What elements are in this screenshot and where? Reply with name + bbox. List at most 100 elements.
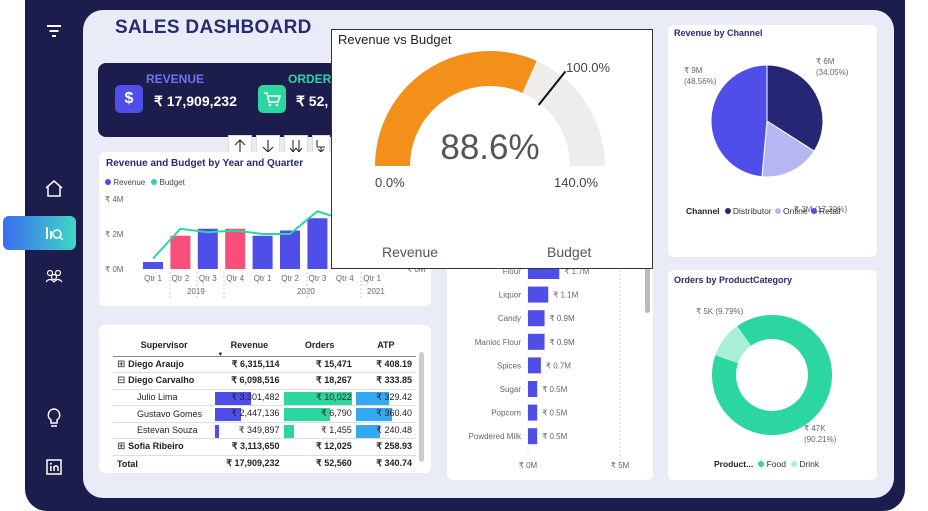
product-revenue-chart: Flour ₹ 1.7MLiquor ₹ 1.1MCandy ₹ 0.9MManioc… [469,262,630,470]
category-chart-title: Orders by ProductCategory [674,275,793,285]
matrix-row[interactable]: ⊟ Diego Carvalho ₹ 6,098,516 ₹ 18,267 ₹ 333… [113,373,416,389]
product-label: Candy [498,314,521,323]
supervisor-name: Diego Araujo [128,358,184,369]
revenue-bar [170,235,191,269]
double-down-arrow-icon [289,140,303,153]
page-title: SALES DASHBOARD [115,17,312,38]
gauge-budget-caption: Budget [547,244,591,260]
cell-atp: ₹ 333.85 [376,375,412,386]
people-button[interactable] [39,262,69,292]
matrix-row[interactable]: Julio Lima ₹ 3,301,482 ₹ 10,022 ₹ 329.42 [113,389,416,406]
y-tick-0m: ₹ 0M [105,265,124,274]
category-legend: Product... Food Drink [714,459,820,469]
cell-orders: ₹ 6,790 [321,408,352,419]
analytics-button[interactable] [3,216,76,250]
cell-revenue: ₹ 349,897 [238,424,280,435]
idea-button[interactable] [39,403,69,433]
col-revenue[interactable]: Revenue ▼ [215,334,283,358]
cell-orders: ₹ 15,471 [316,358,352,369]
revenue-bar [252,235,273,269]
cell-revenue: ₹ 2,447,136 [231,408,280,419]
col-atp[interactable]: ATP [356,334,416,356]
supervisor-matrix-card: Supervisor Revenue ▼ Orders ATP ⊞ Diego A… [99,325,431,473]
product-bar [528,286,549,303]
data-bar [215,424,220,438]
matrix-row[interactable]: ⊞ Diego Araujo ₹ 6,315,114 ₹ 15,471 ₹ 408.1… [113,356,416,373]
cell-revenue: ₹ 3,301,482 [231,391,280,402]
legend-food[interactable]: Food [758,459,786,469]
year-label-2021: 2021 [367,287,385,296]
up-arrow-icon [234,139,246,152]
revenue-vs-budget-gauge-card[interactable]: Revenue vs Budget 0.0% 140.0% 100.0% Rev… [331,29,653,269]
revenue-bar [307,218,328,269]
orders-kpi-value: ₹ 52, [296,93,329,109]
supervisor-name: Gustavo Gomes [137,408,203,419]
cell-orders: ₹ 10,022 [316,391,352,402]
gauge-max-label: 140.0% [554,175,599,190]
channel-chart-title: Revenue by Channel [674,28,763,38]
quarter-label: Qtr 1 [363,274,381,283]
retail-value-label: ₹ 9M [684,66,703,75]
product-label: Powdered Milk [469,432,522,441]
product-value-label: ₹ 0.5M [542,385,567,394]
matrix-row[interactable]: ⊞ Sofia Ribeiro ₹ 3,113,650 ₹ 12,025 ₹ 258.… [113,439,416,455]
cell-revenue: ₹ 6,098,516 [231,375,280,386]
quarter-label: Qtr 4 [336,274,354,283]
product-value-label: ₹ 0.9M [550,338,575,347]
matrix-row[interactable]: Total ₹ 17,909,232 ₹ 52,560 ₹ 340.74 [113,455,416,472]
category-donut: ₹ 5K (9.79%) ₹ 47K (90.21%) [696,307,837,444]
data-bar [283,424,294,438]
revenue-bar [197,228,218,269]
filter-menu-button[interactable] [39,16,69,46]
food-value-label: ₹ 47K [804,424,826,433]
filter-icon [47,25,61,37]
channel-legend: Channel Distributor Online Retail [686,206,841,216]
legend-retail[interactable]: Retail [810,206,841,216]
distributor-pct-label: (34.05%) [816,68,849,77]
product-value-label: ₹ 0.7M [546,361,571,370]
legend-drink[interactable]: Drink [790,459,819,469]
quarter-label: Qtr 3 [199,274,217,283]
expand-toggle-icon[interactable]: ⊞ [117,359,128,370]
y-tick-2m: ₹ 2M [105,230,124,239]
cell-atp: ₹ 240.48 [376,424,412,435]
donut-hole [736,339,808,411]
sidebar [3,0,83,511]
product-scrollbar[interactable] [645,268,650,313]
supervisor-name: Total [117,458,138,469]
expand-toggle-icon[interactable]: ⊟ [117,375,128,386]
expand-toggle-icon[interactable]: ⊞ [117,441,128,452]
matrix-row[interactable]: Gustavo Gomes ₹ 2,447,136 ₹ 6,790 ₹ 360.40 [113,406,416,422]
product-label: Liquor [499,291,522,300]
cart-icon [264,92,281,107]
quarter-label: Qtr 3 [309,274,327,283]
product-value-label: ₹ 0.5M [542,432,567,441]
revenue-kpi-label: REVENUE [146,72,205,86]
cell-orders: ₹ 18,267 [316,375,352,386]
down-arrow-icon [262,140,274,153]
quarter-label: Qtr 1 [254,274,272,283]
supervisor-name: Estevan Souza [137,425,198,436]
product-bar [528,310,545,327]
orders-kpi-icon-box [258,85,286,113]
linkedin-button[interactable] [39,452,69,482]
supervisor-matrix: Supervisor Revenue ▼ Orders ATP ⊞ Diego A… [113,334,416,472]
matrix-row[interactable]: Estevan Souza ₹ 349,897 ₹ 1,455 ₹ 240.48 [113,422,416,439]
cell-revenue: ₹ 3,113,650 [231,441,280,452]
year-label-2020: 2020 [297,287,315,296]
col-orders[interactable]: Orders [284,334,356,356]
distributor-value-label: ₹ 6M [816,57,835,66]
home-icon [45,180,63,197]
home-button[interactable] [39,173,69,203]
orders-kpi-label: ORDER [288,72,332,86]
legend-distributor[interactable]: Distributor [724,206,772,216]
quarter-label: Qtr 2 [281,274,299,283]
matrix-scrollbar[interactable] [419,352,424,462]
dollar-icon: $ [124,90,134,107]
revenue-bar [280,230,300,269]
product-revenue-card: Flour ₹ 1.7M Liquor ₹ 1.1M Candy ₹ 0.9M Manioc… [447,262,653,480]
legend-online[interactable]: Online [774,206,808,216]
x-tick-label: ₹ 0M [519,461,538,470]
col-supervisor[interactable]: Supervisor [113,334,215,356]
product-bar [528,404,538,421]
